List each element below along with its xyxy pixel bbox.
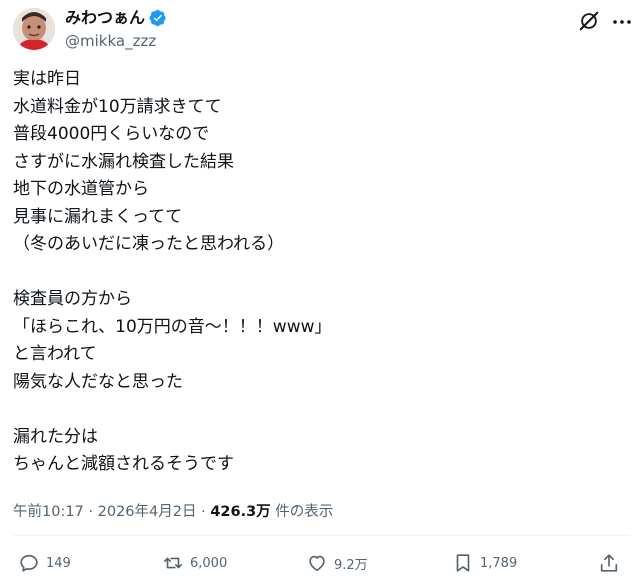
retweet-button[interactable]: 6,000 xyxy=(162,552,227,574)
post-line: 「ほらこれ、10万円の音〜！！！www」 xyxy=(13,316,332,337)
reply-icon xyxy=(20,554,38,572)
post-line: 漏れた分は xyxy=(13,426,98,447)
share-button[interactable] xyxy=(598,552,620,574)
like-count: 9.2万 xyxy=(334,557,368,573)
post-line: さすがに水漏れ検査した結果 xyxy=(13,151,234,172)
post-time[interactable]: 午前10:17 xyxy=(13,504,84,520)
post-line: ちゃんと減額されるそうです xyxy=(13,454,234,474)
action-bar: 149 6,000 9.2万 1,789 xyxy=(0,552,640,582)
post-card: みわつぁん @mikka_zzz 実は昨日 水道料金が10万請求きてて 普段40… xyxy=(0,0,640,584)
retweet-icon xyxy=(163,557,183,569)
post-date[interactable]: 2026年4月2日 xyxy=(98,504,197,520)
post-line-blank xyxy=(13,396,613,424)
author-block: みわつぁん @mikka_zzz xyxy=(65,8,167,51)
divider xyxy=(13,535,630,536)
reply-count: 149 xyxy=(46,555,71,571)
post-line: 実は昨日 xyxy=(13,69,81,89)
meta-separator: · xyxy=(83,504,98,520)
post-text: 実は昨日 水道料金が10万請求きてて 普段4000円くらいなので さすがに水漏れ… xyxy=(13,66,613,479)
post-line: 普段4000円くらいなので xyxy=(13,124,210,144)
bookmark-count: 1,789 xyxy=(480,555,518,571)
grok-icon[interactable] xyxy=(578,10,600,32)
share-icon xyxy=(600,554,618,572)
bookmark-button[interactable]: 1,789 xyxy=(452,552,517,574)
name-row: みわつぁん xyxy=(65,8,167,28)
post-line: と言われて xyxy=(13,344,97,364)
more-options-icon[interactable] xyxy=(612,14,632,28)
post-line: 見事に漏れまくってて xyxy=(13,206,183,227)
bookmark-icon xyxy=(456,554,470,572)
avatar[interactable] xyxy=(13,8,55,50)
post-line: 陽気な人だなと思った xyxy=(13,371,183,392)
post-line: 検査員の方から xyxy=(13,289,132,309)
heart-icon xyxy=(309,555,325,572)
post-line-blank xyxy=(13,259,613,287)
post-meta: 午前10:17 · 2026年4月2日 · 426.3万 件の表示 xyxy=(13,500,333,521)
reply-button[interactable]: 149 xyxy=(18,552,71,574)
meta-separator: · xyxy=(196,504,211,520)
view-count: 426.3万 xyxy=(210,504,271,520)
like-button[interactable]: 9.2万 xyxy=(306,552,368,574)
post-line: （冬のあいだに凍ったと思われる） xyxy=(13,234,285,254)
post-line: 地下の水道管から xyxy=(13,179,149,199)
handle[interactable]: @mikka_zzz xyxy=(65,31,167,51)
verified-badge-icon xyxy=(149,9,167,27)
avatar-image xyxy=(13,8,55,50)
view-count-label: 件の表示 xyxy=(270,504,334,520)
retweet-count: 6,000 xyxy=(190,555,228,571)
post-line: 水道料金が10万請求きてて xyxy=(13,96,222,117)
display-name[interactable]: みわつぁん xyxy=(65,8,145,28)
